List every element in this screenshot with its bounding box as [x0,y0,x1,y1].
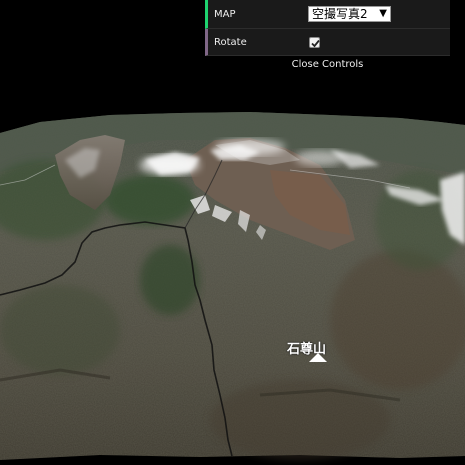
map-label: MAP [214,9,236,20]
close-controls-button[interactable]: Close Controls [205,56,450,73]
rotate-label: Rotate [214,37,247,48]
checkmark-icon [311,39,320,48]
map-select[interactable]: 空撮写真2 ▼ [308,6,391,22]
triangle-down-icon: ▼ [379,8,387,19]
rotate-checkbox[interactable] [309,37,320,48]
rotate-control-row: Rotate [205,29,450,56]
map-control-row: MAP 空撮写真2 ▼ [205,0,450,29]
map-select-value: 空撮写真2 [312,7,368,21]
controls-panel: MAP 空撮写真2 ▼ Rotate Close Controls [205,0,450,73]
